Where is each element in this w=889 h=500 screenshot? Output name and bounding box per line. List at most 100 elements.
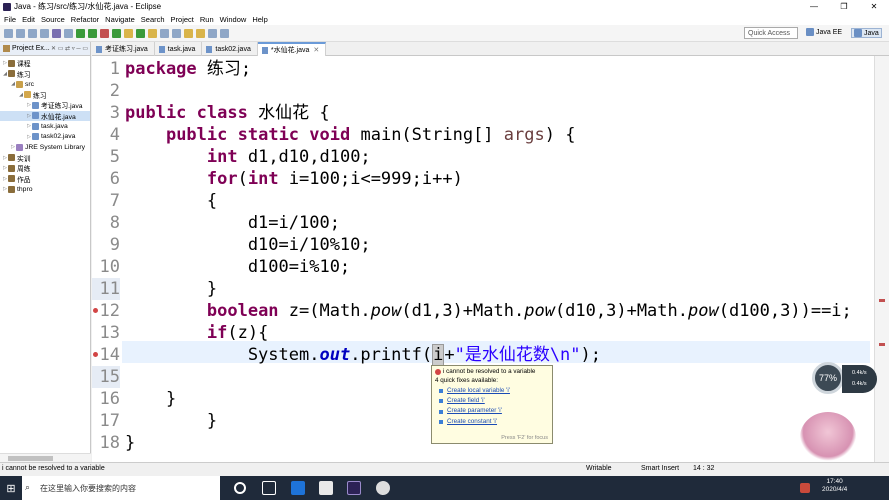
fix-bullet-icon xyxy=(439,399,443,404)
project-explorer-icon xyxy=(3,45,10,52)
menu-refactor[interactable]: Refactor xyxy=(71,15,99,24)
quick-access-input[interactable]: Quick Access xyxy=(744,27,798,39)
cortana-icon[interactable] xyxy=(234,482,246,494)
tree-item[interactable]: ▷ task02.java xyxy=(0,132,90,143)
scroll-thumb[interactable] xyxy=(8,456,53,461)
error-marker-icon[interactable] xyxy=(93,308,98,313)
taskbar-search-input[interactable]: ⌕ 在这里输入你要搜索的内容 xyxy=(22,476,220,500)
run-icon[interactable] xyxy=(87,28,97,38)
forward-icon[interactable] xyxy=(219,28,229,38)
new-icon[interactable] xyxy=(3,28,13,38)
java-perspective[interactable]: Java xyxy=(851,28,882,38)
new-java-project-icon[interactable] xyxy=(111,28,121,38)
code-text: + xyxy=(444,345,455,365)
tree-item[interactable]: ◢ 练习 xyxy=(0,90,90,101)
tree-item[interactable]: ▷ 水仙花.java xyxy=(0,110,90,121)
debug-icon[interactable] xyxy=(75,28,85,38)
task-view-icon[interactable] xyxy=(262,481,276,495)
save-all-icon[interactable] xyxy=(27,28,37,38)
java-ee-label: Java EE xyxy=(816,28,843,36)
menu-navigate[interactable]: Navigate xyxy=(105,15,135,24)
project-explorer-tab[interactable]: Project Ex... ✕ ▭ ⇄ ▿ ─ ▭ xyxy=(0,42,90,56)
error-overview-marker[interactable] xyxy=(879,343,885,346)
save-icon[interactable] xyxy=(15,28,25,38)
tree-item[interactable]: ▷ task.java xyxy=(0,121,90,132)
tree-item[interactable]: ▷ 考证练习.java xyxy=(0,100,90,111)
error-overview-marker[interactable] xyxy=(879,299,885,302)
annotation-next-icon[interactable] xyxy=(183,28,193,38)
toggle-mark-icon[interactable] xyxy=(171,28,181,38)
menu-edit[interactable]: Edit xyxy=(22,15,35,24)
system-clock[interactable]: 17:40 2020/4/4 xyxy=(822,478,847,494)
fix-label: Create local variable 'i' xyxy=(447,387,510,394)
ime-icon[interactable] xyxy=(800,483,810,493)
tree-item[interactable]: ▷ 作品 xyxy=(0,174,90,185)
line-number: 16 xyxy=(99,389,120,409)
java-file-icon xyxy=(206,45,213,53)
code-text: 练习; xyxy=(196,59,252,79)
windows-start-icon[interactable]: ⊞ xyxy=(0,476,22,500)
new-package-icon[interactable] xyxy=(123,28,133,38)
skip-breakpoints-icon[interactable] xyxy=(63,28,73,38)
tree-item-label: task.java xyxy=(41,122,68,130)
print-icon[interactable] xyxy=(39,28,49,38)
menu-window[interactable]: Window xyxy=(220,15,247,24)
tree-item[interactable]: ▷ 实训 xyxy=(0,153,90,164)
error-marker-icon[interactable] xyxy=(93,352,98,357)
terminal-icon[interactable] xyxy=(51,28,61,38)
maximize-button[interactable]: ❐ xyxy=(829,0,859,13)
close-button[interactable]: ✕ xyxy=(859,0,889,13)
keyword: if xyxy=(206,323,228,343)
code-text: (d1,3)+Math. xyxy=(401,301,525,321)
fix-create-local-variable[interactable]: Create local variable 'i' xyxy=(439,386,549,396)
project-explorer-title: Project Ex... xyxy=(12,45,50,52)
explorer-hscrollbar[interactable] xyxy=(0,453,91,462)
tab-task[interactable]: task.java xyxy=(155,42,203,56)
tree-item[interactable]: ▷ thpro xyxy=(0,184,90,195)
tab-kaozheng[interactable]: 考证练习.java xyxy=(92,42,155,56)
tree-item-label: 考证练习.java xyxy=(41,103,83,111)
menu-project[interactable]: Project xyxy=(171,15,194,24)
menu-source[interactable]: Source xyxy=(41,15,65,24)
tab-task02[interactable]: task02.java xyxy=(202,42,258,56)
keyword: void xyxy=(309,125,351,145)
eclipse-taskbar-icon[interactable] xyxy=(347,481,361,495)
menu-file[interactable]: File xyxy=(4,15,16,24)
tree-item[interactable]: ◢ 练习 xyxy=(0,69,90,80)
annotation-prev-icon[interactable] xyxy=(195,28,205,38)
code-line-4: public static void main(String[] args) { xyxy=(125,124,576,146)
close-tab-icon[interactable]: ✕ xyxy=(313,46,319,54)
code-text: (d100,3))==i; xyxy=(718,301,852,321)
external-tools-icon[interactable] xyxy=(99,28,109,38)
java-ee-perspective[interactable]: Java EE xyxy=(806,28,842,36)
upload-speed: 0.4k/s xyxy=(852,370,867,376)
open-type-icon[interactable] xyxy=(147,28,157,38)
menu-help[interactable]: Help xyxy=(252,15,267,24)
menu-run[interactable]: Run xyxy=(200,15,214,24)
store-icon[interactable] xyxy=(319,481,333,495)
editor-vscrollbar[interactable] xyxy=(874,56,889,462)
minimize-button[interactable]: — xyxy=(799,0,829,13)
new-class-icon[interactable] xyxy=(135,28,145,38)
error-token[interactable]: i xyxy=(432,344,445,366)
view-controls[interactable]: ✕ ▭ ⇄ ▿ ─ ▭ xyxy=(51,45,88,52)
tree-item[interactable]: ▷ 周练 xyxy=(0,163,90,174)
tree-item[interactable]: ▷ JRE System Library xyxy=(0,142,90,153)
fix-create-constant[interactable]: Create constant 'i' xyxy=(439,417,549,427)
network-gauge[interactable]: 77% xyxy=(812,362,844,394)
fix-create-field[interactable]: Create field 'i' xyxy=(439,396,549,406)
back-icon[interactable] xyxy=(207,28,217,38)
tab-shuixianhua[interactable]: *水仙花.java ✕ xyxy=(257,42,327,56)
search-icon[interactable] xyxy=(159,28,169,38)
tree-item[interactable]: ◢ src xyxy=(0,79,90,90)
menu-search[interactable]: Search xyxy=(141,15,165,24)
code-line-16: } xyxy=(125,389,177,409)
app-taskbar-icon[interactable] xyxy=(376,481,390,495)
tree-item[interactable]: ▷ 课程 xyxy=(0,58,90,69)
code-line-17: } xyxy=(125,411,218,431)
code-text: .printf( xyxy=(350,345,433,365)
keyword: int xyxy=(206,147,238,167)
fix-create-parameter[interactable]: Create parameter 'i' xyxy=(439,406,549,416)
edge-icon[interactable] xyxy=(291,481,305,495)
